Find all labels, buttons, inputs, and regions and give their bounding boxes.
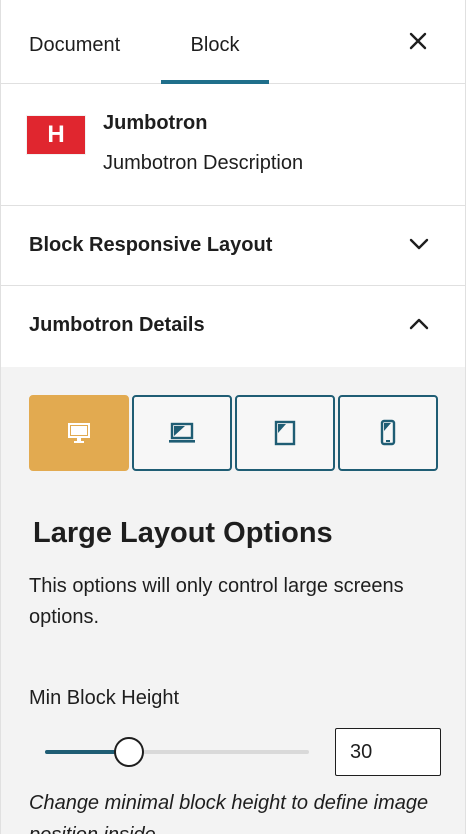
slider-thumb[interactable] [114,737,144,767]
block-type-icon: H [27,116,85,154]
layout-options-heading: Large Layout Options [33,517,333,549]
panel-title: Jumbotron Details [29,314,205,336]
device-laptop-button[interactable] [132,395,232,471]
tablet-icon [274,420,296,446]
desktop-icon [68,423,90,443]
chevron-down-icon[interactable] [409,237,429,251]
device-switcher [29,395,441,473]
block-card: H Jumbotron Jumbotron Description [1,84,465,206]
layout-options-description: This options will only control large scr… [29,575,404,628]
device-mobile-button[interactable] [338,395,438,471]
device-desktop-button[interactable] [29,395,129,471]
jumbotron-details-body: Large Layout Options This options will o… [1,367,465,834]
device-tablet-button[interactable] [235,395,335,471]
laptop-icon [169,422,195,443]
close-icon[interactable] [407,30,429,52]
block-description: Jumbotron Description [103,152,304,174]
min-block-height-label: Min Block Height [29,687,180,709]
min-block-height-slider[interactable] [45,737,309,767]
block-settings-sidebar: Document Block H Jumbotron Jumbotron Des… [0,0,466,834]
panel-block-responsive-layout[interactable]: Block Responsive Layout [1,206,465,286]
panel-title: Block Responsive Layout [29,234,273,256]
panel-jumbotron-details[interactable]: Jumbotron Details [1,286,465,366]
block-name: Jumbotron [103,112,208,134]
slider-fill [45,750,116,754]
tab-block[interactable]: Block [161,0,269,84]
sidebar-tabs: Document Block [1,0,465,84]
min-block-height-help: Change minimal block height to define im… [29,792,429,834]
min-block-height-input[interactable] [335,728,441,776]
chevron-up-icon[interactable] [409,317,429,331]
tab-document[interactable]: Document [29,0,120,84]
mobile-icon [380,419,396,446]
